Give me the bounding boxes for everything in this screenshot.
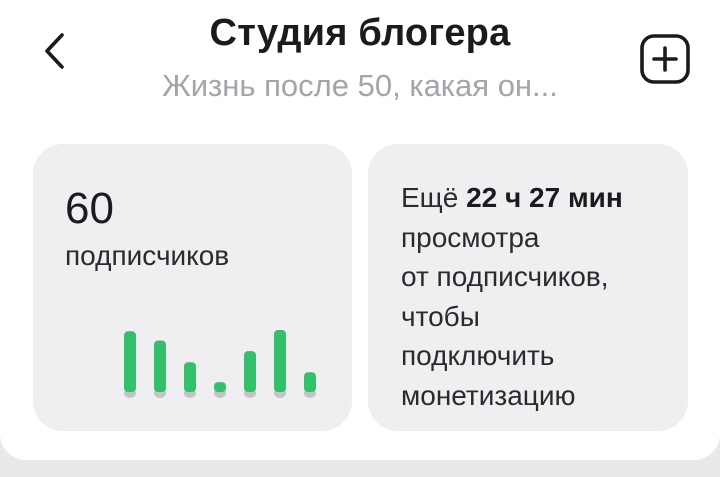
chart-bar <box>154 340 166 392</box>
chart-bar <box>304 372 316 392</box>
chart-bar <box>214 382 226 392</box>
monetization-info: Ещё 22 ч 27 мин просмотра от подписчиков… <box>401 178 681 415</box>
studio-sheet: Студия блогера Жизнь после 50, какая он.… <box>0 0 720 460</box>
chart-bar <box>244 351 256 392</box>
subscribers-chart <box>124 329 316 398</box>
page-title: Студия блогера <box>209 12 511 54</box>
monetization-time: 22 ч 27 мин <box>466 182 623 213</box>
channel-name: Жизнь после 50, какая он... <box>162 68 558 103</box>
monetization-line: просмотра <box>401 221 540 253</box>
monetization-line: от подписчиков, <box>401 261 609 292</box>
chart-bar <box>184 362 196 392</box>
monetization-prefix: Ещё <box>401 182 467 213</box>
subscribers-card[interactable]: 60 подписчиков <box>33 144 352 431</box>
chart-bar <box>124 331 136 392</box>
monetization-card[interactable]: Ещё 22 ч 27 мин просмотра от подписчиков… <box>368 144 688 431</box>
monetization-line: чтобы <box>401 300 480 332</box>
monetization-line: подключить <box>401 340 555 371</box>
monetization-line: монетизацию <box>401 379 576 411</box>
monetization-first-line: Ещё 22 ч 27 мин <box>401 178 681 218</box>
add-button[interactable] <box>636 30 694 88</box>
plus-square-icon <box>640 34 690 84</box>
chart-bar <box>274 329 286 392</box>
